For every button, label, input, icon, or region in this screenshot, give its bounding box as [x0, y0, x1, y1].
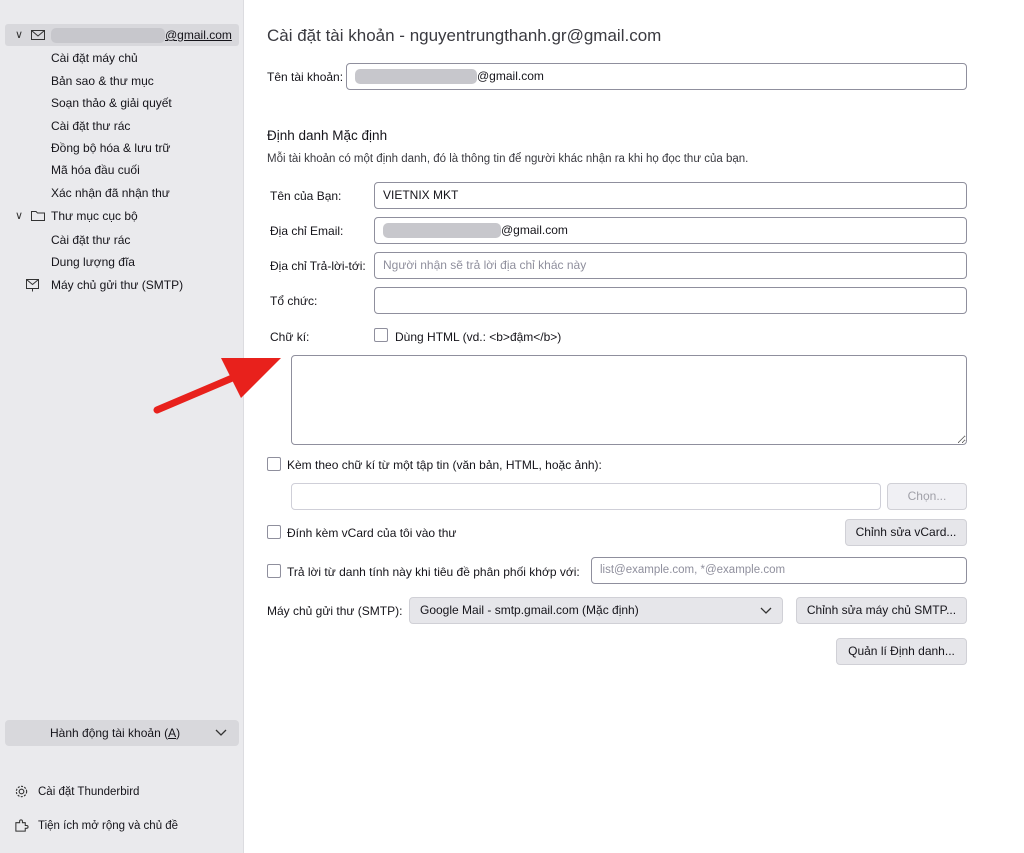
sidebar-item-server-settings[interactable]: Cài đặt máy chủ [51, 47, 138, 69]
signature-textarea[interactable] [291, 355, 967, 445]
local-folders-row[interactable]: ∨ Thư mục cục bộ [5, 205, 239, 227]
signature-file-input[interactable] [291, 483, 881, 510]
organization-input[interactable] [374, 287, 967, 314]
folder-icon [31, 211, 45, 221]
reply-identity-checkbox[interactable] [267, 564, 281, 578]
sidebar-item-sync-storage[interactable]: Đồng bộ hóa & lưu trữ [51, 137, 170, 159]
sidebar-item-local-junk[interactable]: Cài đặt thư rác [51, 229, 130, 251]
mail-account-icon [31, 30, 45, 40]
account-settings-pane: Cài đặt tài khoản - nguyentrungthanh.gr@… [153, 0, 1024, 853]
reply-identity-input[interactable]: list@example.com, *@example.com [591, 557, 967, 584]
manage-identities-button[interactable]: Quản lí Định danh... [836, 638, 967, 665]
account-actions-button[interactable]: Hành động tài khoản (A) [5, 720, 239, 746]
attach-vcard-label: Đính kèm vCard của tôi vào thư [287, 526, 457, 540]
use-html-checkbox[interactable] [374, 328, 388, 342]
page-title: Cài đặt tài khoản - nguyentrungthanh.gr@… [267, 26, 662, 45]
use-html-label: Dùng HTML (vd.: <b>đậm</b>) [395, 330, 562, 344]
account-name-input[interactable]: @gmail.com [346, 63, 967, 90]
local-folders-label: Thư mục cục bộ [51, 209, 138, 223]
gear-icon [15, 785, 28, 798]
collapse-toggle[interactable]: ∨ [13, 205, 25, 227]
identity-description: Mỗi tài khoản có một định danh, đó là th… [267, 153, 749, 165]
sidebar-item-composition[interactable]: Soạn thảo & giải quyết [51, 92, 172, 114]
masked-email-prefix [355, 69, 477, 85]
smtp-server-label: Máy chủ gửi thư (SMTP): [267, 604, 403, 618]
sidebar-item-e2e-encryption[interactable]: Mã hóa đầu cuối [51, 159, 140, 181]
annotation-arrow-icon [153, 358, 281, 414]
sidebar-item-smtp[interactable]: Máy chủ gửi thư (SMTP) [5, 274, 239, 296]
collapse-toggle[interactable]: ∨ [13, 24, 25, 46]
chevron-down-icon [760, 607, 772, 614]
organization-label: Tổ chức: [270, 294, 318, 308]
smtp-server-select[interactable]: Google Mail - smtp.gmail.com (Mặc định) [409, 597, 783, 624]
email-label: Địa chỉ Email: [270, 224, 344, 238]
sidebar-item-junk-settings[interactable]: Cài đặt thư rác [51, 115, 130, 137]
identity-heading: Định danh Mặc định [267, 128, 388, 143]
edit-vcard-button[interactable]: Chỉnh sửa vCard... [845, 519, 967, 546]
chevron-down-icon [215, 729, 227, 736]
reply-identity-label: Trả lời từ danh tính này khi tiêu đề phâ… [287, 565, 580, 579]
puzzle-icon [15, 819, 29, 832]
account-email: @gmail.com [51, 24, 232, 46]
outgoing-server-icon [26, 279, 39, 292]
masked-email-prefix [51, 28, 165, 44]
your-name-input[interactable]: VIETNIX MKT [374, 182, 967, 209]
email-input[interactable]: @gmail.com [374, 217, 967, 244]
attach-signature-label: Kèm theo chữ kí từ một tập tin (văn bản,… [287, 458, 602, 472]
account-row[interactable]: ∨ @gmail.com [5, 24, 239, 46]
sidebar-item-copies-folders[interactable]: Bản sao & thư mục [51, 70, 154, 92]
edit-smtp-button[interactable]: Chỉnh sửa máy chủ SMTP... [796, 597, 967, 624]
sidebar-item-disk-space[interactable]: Dung lượng đĩa [51, 251, 135, 273]
sidebar-item-return-receipts[interactable]: Xác nhận đã nhận thư [51, 182, 170, 204]
attach-vcard-checkbox[interactable] [267, 525, 281, 539]
reply-to-input[interactable]: Người nhận sẽ trả lời địa chỉ khác này [374, 252, 967, 279]
attach-signature-checkbox[interactable] [267, 457, 281, 471]
smtp-label: Máy chủ gửi thư (SMTP) [51, 278, 184, 292]
reply-to-label: Địa chỉ Trả-lời-tới: [270, 259, 366, 273]
masked-email-prefix [383, 223, 501, 239]
choose-file-button[interactable]: Chọn... [887, 483, 967, 510]
account-name-label: Tên tài khoản: [267, 70, 344, 84]
account-actions-label: Hành động tài khoản (A) [50, 726, 181, 740]
your-name-label: Tên của Bạn: [270, 189, 342, 203]
